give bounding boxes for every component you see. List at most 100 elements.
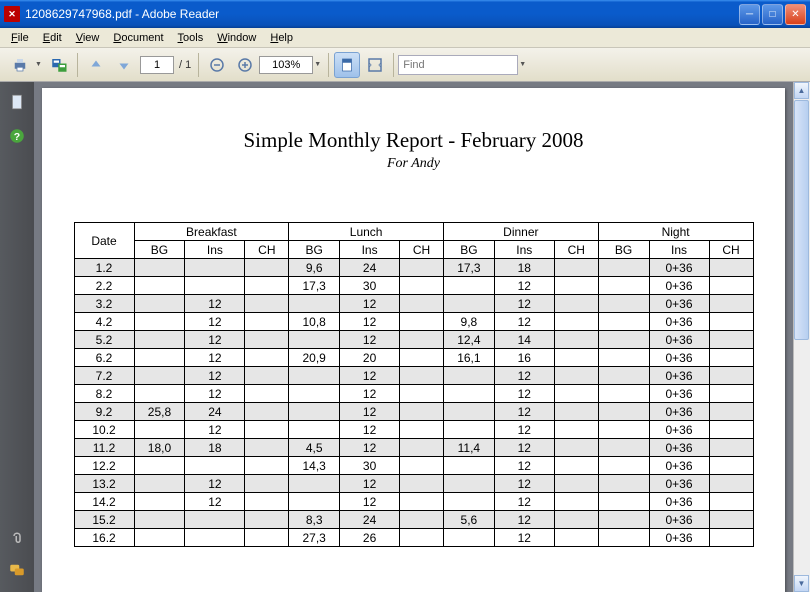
menu-view[interactable]: View	[69, 30, 107, 46]
cell	[245, 277, 289, 295]
col-date: Date	[74, 223, 134, 259]
cell	[134, 331, 185, 349]
zoom-in-button[interactable]	[232, 52, 258, 78]
cell	[289, 403, 340, 421]
cell	[443, 403, 494, 421]
cell: 17,3	[289, 277, 340, 295]
subcol: CH	[554, 241, 598, 259]
zoom-out-button[interactable]	[204, 52, 230, 78]
cell: 12	[494, 403, 554, 421]
cell: 9,6	[289, 259, 340, 277]
cell	[709, 385, 753, 403]
prev-page-button[interactable]	[83, 52, 109, 78]
page-icon	[8, 93, 26, 111]
scroll-thumb[interactable]	[794, 100, 809, 340]
subcol: Ins	[340, 241, 400, 259]
cell	[554, 421, 598, 439]
cell	[289, 475, 340, 493]
cell: 4.2	[74, 313, 134, 331]
cell	[709, 529, 753, 547]
next-page-button[interactable]	[111, 52, 137, 78]
cell: 30	[340, 277, 400, 295]
menu-tools[interactable]: Tools	[171, 30, 211, 46]
cell: 12	[494, 457, 554, 475]
cell	[598, 295, 649, 313]
save-button[interactable]	[46, 52, 72, 78]
fit-page-button[interactable]	[334, 52, 360, 78]
menu-document[interactable]: Document	[106, 30, 170, 46]
cell: 5.2	[74, 331, 134, 349]
cell	[443, 385, 494, 403]
pages-panel-button[interactable]	[5, 90, 29, 114]
cell	[709, 403, 753, 421]
cell	[185, 511, 245, 529]
cell: 0+36	[649, 403, 709, 421]
cell	[709, 349, 753, 367]
cell: 16,1	[443, 349, 494, 367]
minus-icon	[208, 56, 226, 74]
cell	[598, 439, 649, 457]
menu-help[interactable]: Help	[263, 30, 300, 46]
page-number-input[interactable]	[140, 56, 174, 74]
cell: 10.2	[74, 421, 134, 439]
cell	[400, 529, 444, 547]
print-button[interactable]	[7, 52, 33, 78]
vertical-scrollbar[interactable]: ▲ ▼	[793, 82, 810, 592]
cell: 12.2	[74, 457, 134, 475]
help-panel-button[interactable]: ?	[5, 124, 29, 148]
menu-file[interactable]: File	[4, 30, 36, 46]
menu-window[interactable]: Window	[210, 30, 263, 46]
scroll-down-button[interactable]: ▼	[794, 575, 809, 592]
cell	[185, 277, 245, 295]
cell: 0+36	[649, 349, 709, 367]
cell	[134, 367, 185, 385]
close-button[interactable]: ✕	[785, 4, 806, 25]
menu-edit[interactable]: Edit	[36, 30, 69, 46]
comments-button[interactable]	[5, 558, 29, 582]
cell: 18	[494, 259, 554, 277]
cell: 12,4	[443, 331, 494, 349]
table-row: 1.29,62417,3180+36	[74, 259, 753, 277]
cell: 24	[185, 403, 245, 421]
cell	[245, 529, 289, 547]
scroll-up-button[interactable]: ▲	[794, 82, 809, 99]
minimize-button[interactable]: ─	[739, 4, 760, 25]
arrow-up-icon	[87, 56, 105, 74]
cell	[400, 511, 444, 529]
find-dropdown[interactable]: ▼	[518, 52, 527, 78]
cell: 0+36	[649, 439, 709, 457]
cell	[709, 331, 753, 349]
cell: 3.2	[74, 295, 134, 313]
attachments-button[interactable]	[5, 524, 29, 548]
report-title: Simple Monthly Report - February 2008	[62, 128, 765, 153]
zoom-input[interactable]	[259, 56, 313, 74]
subcol: CH	[245, 241, 289, 259]
zoom-dropdown[interactable]: ▼	[313, 52, 322, 78]
table-row: 3.21212120+36	[74, 295, 753, 313]
cell: 9,8	[443, 313, 494, 331]
cell: 0+36	[649, 529, 709, 547]
cell	[598, 529, 649, 547]
toolbar: ▼ / 1 ▼ ▼	[0, 48, 810, 82]
find-input[interactable]	[398, 55, 518, 75]
document-viewport[interactable]: Simple Monthly Report - February 2008 Fo…	[34, 82, 793, 592]
cell: 27,3	[289, 529, 340, 547]
fit-width-icon	[366, 56, 384, 74]
cell: 0+36	[649, 295, 709, 313]
cell	[598, 475, 649, 493]
maximize-button[interactable]: □	[762, 4, 783, 25]
cell: 12	[340, 367, 400, 385]
cell	[554, 439, 598, 457]
cell: 0+36	[649, 313, 709, 331]
fit-width-button[interactable]	[362, 52, 388, 78]
subcol: Ins	[494, 241, 554, 259]
cell	[289, 367, 340, 385]
cell	[400, 475, 444, 493]
cell	[245, 295, 289, 313]
report-subtitle: For Andy	[62, 156, 765, 172]
cell	[598, 457, 649, 475]
cell	[245, 367, 289, 385]
table-row: 5.2121212,4140+36	[74, 331, 753, 349]
print-dropdown[interactable]: ▼	[34, 52, 43, 78]
cell	[134, 493, 185, 511]
